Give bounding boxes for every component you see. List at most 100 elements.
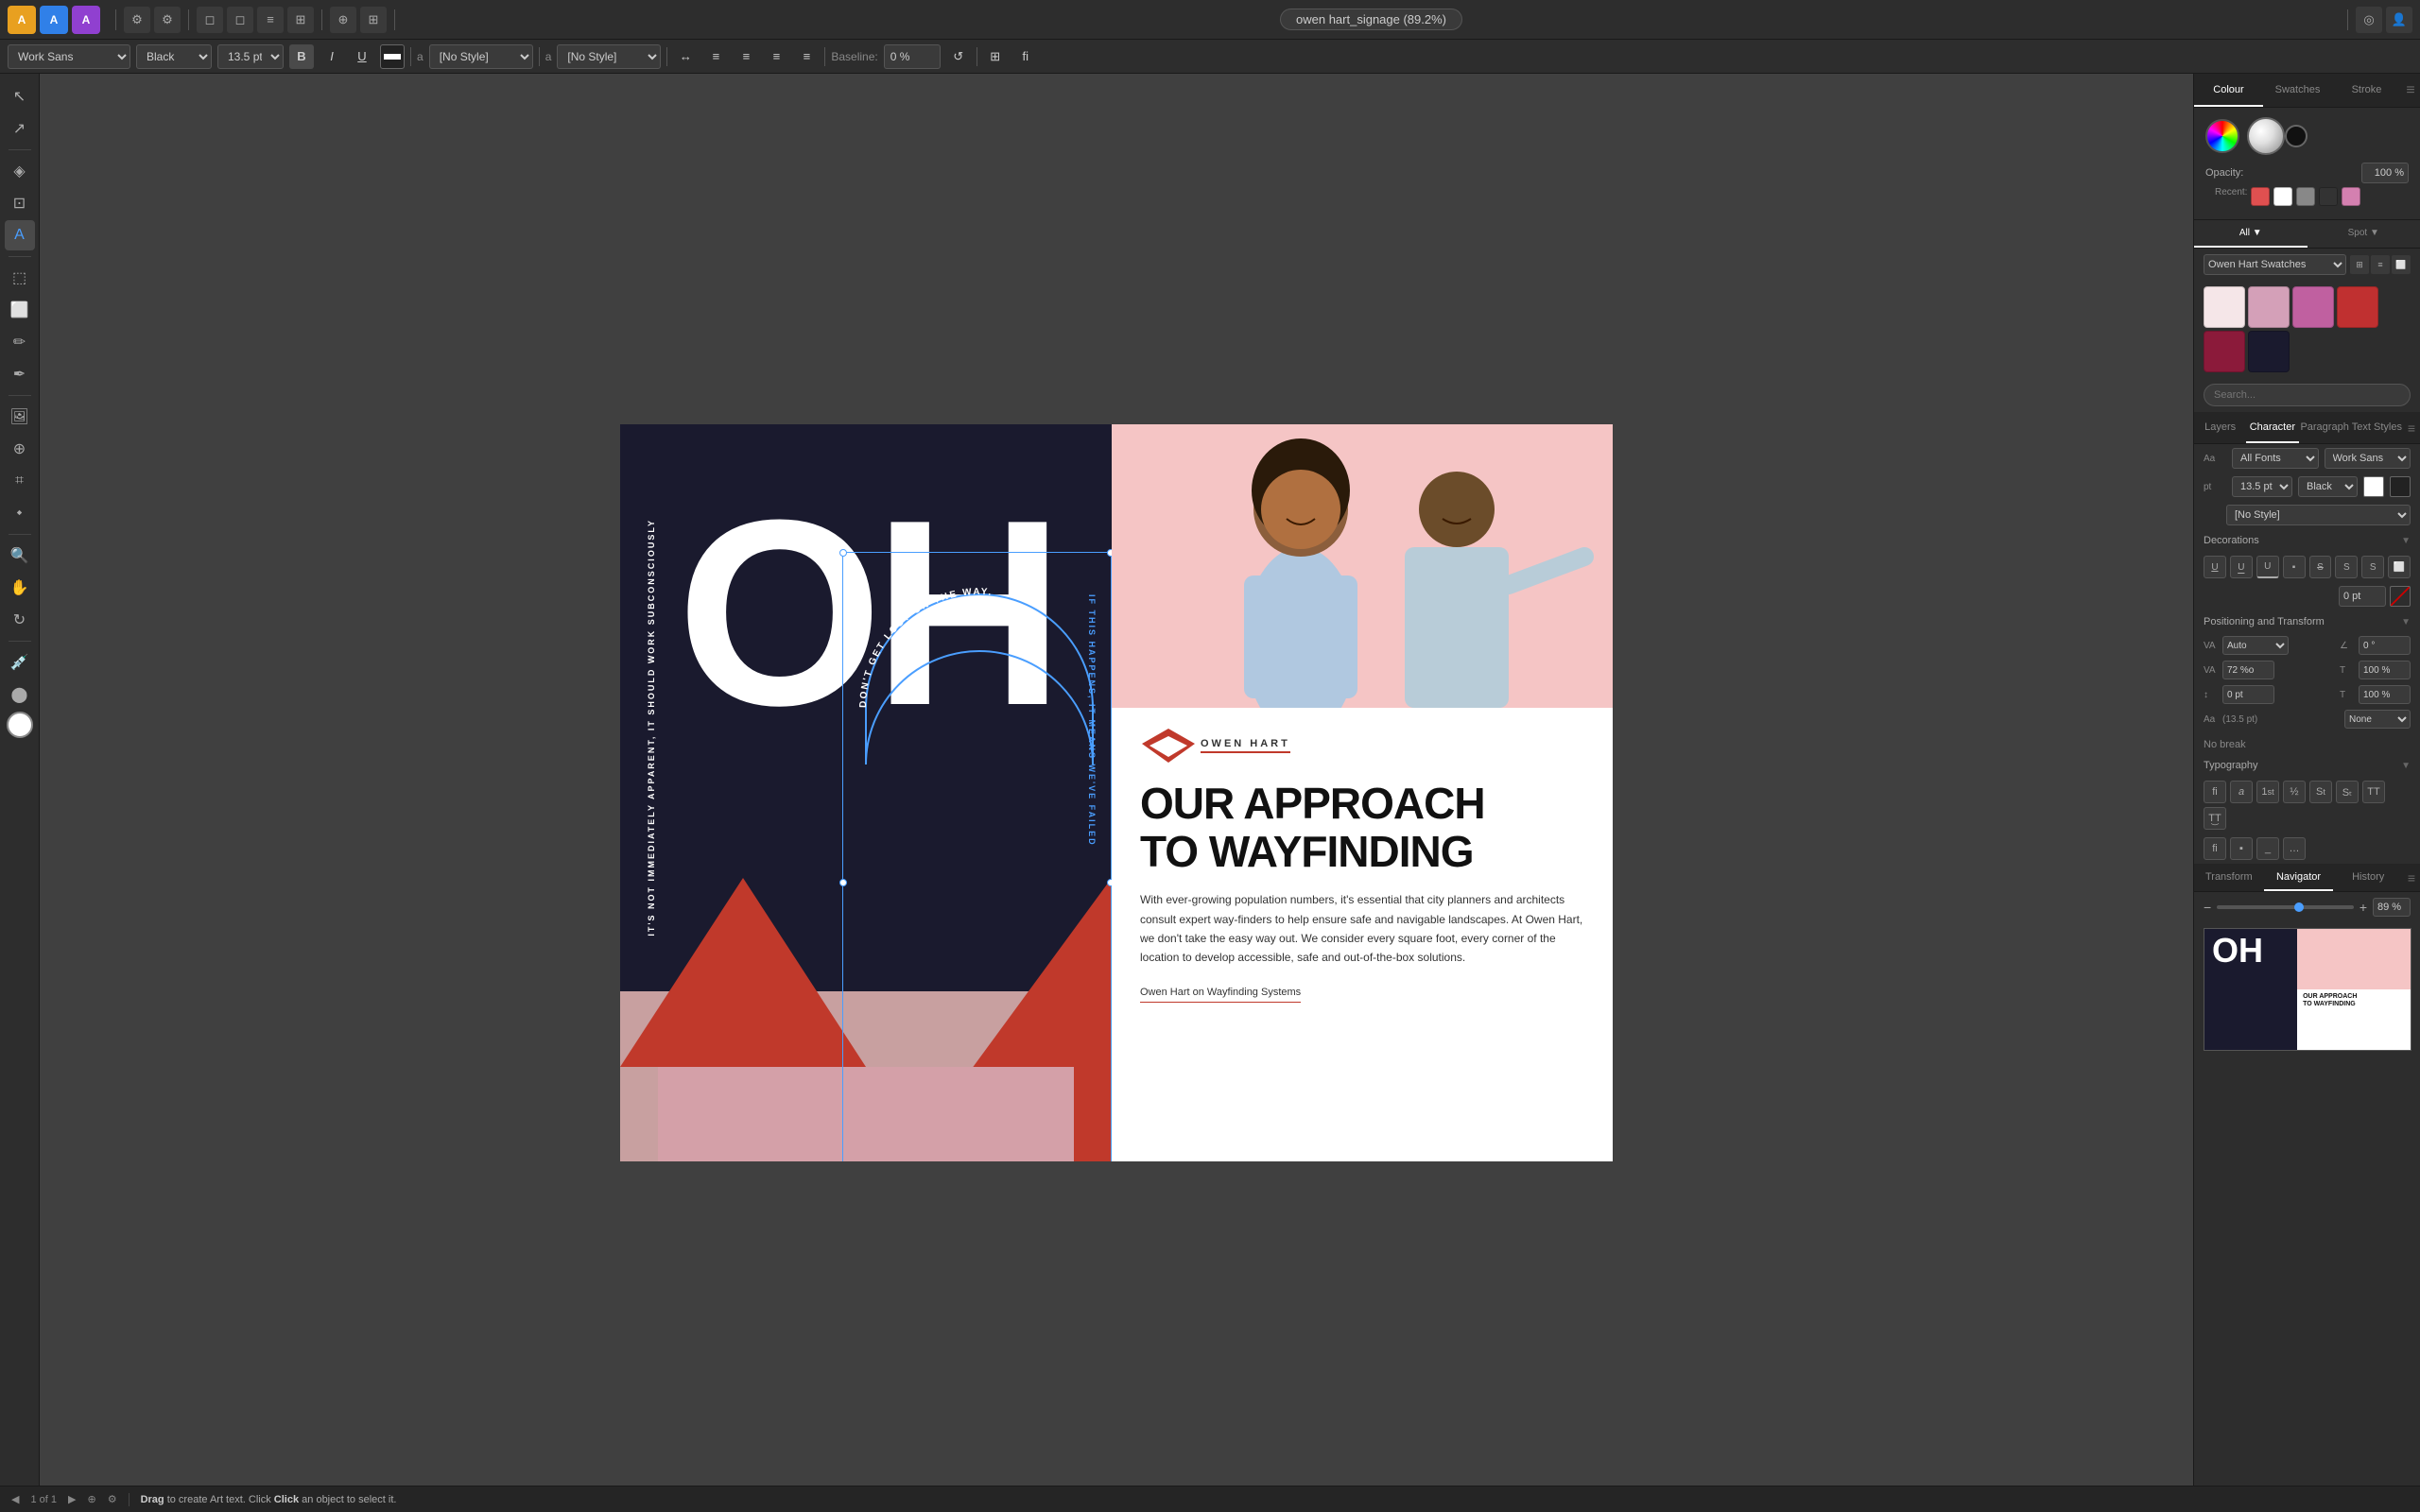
next-page-btn[interactable]: ▶ xyxy=(68,1493,76,1505)
layers-menu-btn[interactable]: ≡ xyxy=(2403,412,2420,443)
deco-strike-2[interactable]: S xyxy=(2335,556,2358,578)
para-style-select[interactable]: [No Style] xyxy=(557,44,661,69)
footer-link[interactable]: Owen Hart on Wayfinding Systems xyxy=(1140,987,1301,1003)
user-btn[interactable]: 👤 xyxy=(2386,7,2412,33)
colour-circle-white[interactable] xyxy=(2247,117,2285,155)
va2-input[interactable] xyxy=(2222,661,2274,679)
fill-color-tool[interactable]: ⬤ xyxy=(5,679,35,710)
tab-layers[interactable]: Layers xyxy=(2194,412,2246,443)
search-input[interactable] xyxy=(2204,384,2411,406)
deco-strike-1[interactable]: S xyxy=(2309,556,2332,578)
node-tool[interactable]: ◈ xyxy=(5,156,35,186)
swatch-red[interactable] xyxy=(2337,286,2378,328)
opentype-btn[interactable]: fi xyxy=(1013,44,1038,69)
view-btn-3[interactable]: ≡ xyxy=(257,7,284,33)
font-family-select[interactable]: Work Sans xyxy=(8,44,130,69)
view-btn-4[interactable]: ⊞ xyxy=(287,7,314,33)
swatches-grid-view[interactable]: ⊞ xyxy=(2350,255,2369,274)
typo-super2[interactable]: St xyxy=(2309,781,2332,803)
color-selector[interactable] xyxy=(7,712,33,738)
typo-extra-1[interactable]: fi xyxy=(2204,837,2226,860)
swatch-magenta[interactable] xyxy=(2292,286,2334,328)
app-logo-3[interactable]: A xyxy=(72,6,100,34)
frame-tool[interactable]: ⬚ xyxy=(5,263,35,293)
baseline-input[interactable] xyxy=(884,44,941,69)
align-btn[interactable]: ⊕ xyxy=(330,7,356,33)
tab-paragraph[interactable]: Paragraph xyxy=(2299,412,2351,443)
colour-wheel[interactable] xyxy=(2205,119,2239,153)
swatches-list-view[interactable]: ≡ xyxy=(2371,255,2390,274)
positioning-header[interactable]: Positioning and Transform ▼ xyxy=(2194,610,2420,633)
swatch-medium-pink[interactable] xyxy=(2248,286,2290,328)
tab-stroke[interactable]: Stroke xyxy=(2332,74,2401,107)
nav-menu-btn[interactable]: ≡ xyxy=(2403,864,2420,891)
tracking-btn[interactable]: ↔ xyxy=(673,44,698,69)
typo-extra-2[interactable]: ▪ xyxy=(2230,837,2253,860)
font-size-select[interactable]: 13.5 pt xyxy=(217,44,284,69)
recent-color-3[interactable] xyxy=(2296,187,2315,206)
transform-text-btn[interactable]: ⊞ xyxy=(983,44,1008,69)
sel-handle-ml[interactable] xyxy=(839,879,847,886)
underline-button[interactable]: U xyxy=(350,44,374,69)
settings-btn-2[interactable]: ⚙ xyxy=(154,7,181,33)
char-style-select-2[interactable]: Black xyxy=(2298,476,2358,497)
none-select[interactable]: None xyxy=(2344,710,2411,729)
zoom-minus-btn[interactable]: − xyxy=(2204,900,2211,915)
swatches-library-select[interactable]: Owen Hart Swatches xyxy=(2204,254,2346,275)
tab-swatches[interactable]: Swatches xyxy=(2263,74,2332,107)
settings-btn-1[interactable]: ⚙ xyxy=(124,7,150,33)
colour-circle-dark[interactable] xyxy=(2285,125,2308,147)
tab-transform[interactable]: Transform xyxy=(2194,864,2264,891)
kern-input[interactable] xyxy=(2222,685,2274,704)
nav-zoom-slider[interactable] xyxy=(2217,905,2354,909)
typography-header[interactable]: Typography ▼ xyxy=(2194,754,2420,777)
italic-button[interactable]: I xyxy=(320,44,344,69)
opacity-input[interactable] xyxy=(2361,163,2409,183)
char-font-family-select[interactable]: All Fonts xyxy=(2232,448,2319,469)
tab-character[interactable]: Character xyxy=(2246,412,2298,443)
deco-fill[interactable]: ▪ xyxy=(2283,556,2306,578)
recent-color-4[interactable] xyxy=(2319,187,2338,206)
zoom-plus-btn[interactable]: + xyxy=(2360,900,2367,915)
share-btn[interactable]: ◎ xyxy=(2356,7,2382,33)
place-tool[interactable]: ⊕ xyxy=(5,434,35,464)
crop-tool[interactable]: ⌗ xyxy=(5,466,35,496)
swatches-tab-all[interactable]: All ▼ xyxy=(2194,220,2308,248)
view-btn-2[interactable]: ◻ xyxy=(227,7,253,33)
tab-history[interactable]: History xyxy=(2333,864,2403,891)
align-center-btn[interactable]: ≡ xyxy=(734,44,758,69)
rotate-tool[interactable]: ↻ xyxy=(5,605,35,635)
tab-navigator[interactable]: Navigator xyxy=(2264,864,2334,891)
text-color-swatch[interactable] xyxy=(380,44,405,69)
view-btn-1[interactable]: ◻ xyxy=(197,7,223,33)
char-no-style-select[interactable]: [No Style] xyxy=(2226,505,2411,525)
deco-color-swatch[interactable] xyxy=(2390,586,2411,607)
deco-underline-3[interactable]: U xyxy=(2256,556,2279,578)
decorations-header[interactable]: Decorations ▼ xyxy=(2194,529,2420,552)
transform-tool[interactable]: ⊡ xyxy=(5,188,35,218)
align-right-btn[interactable]: ≡ xyxy=(764,44,788,69)
swatch-dark-red[interactable] xyxy=(2204,331,2245,372)
recent-color-2[interactable] xyxy=(2273,187,2292,206)
typo-italic[interactable]: a xyxy=(2230,781,2253,803)
nav-zoom-input[interactable] xyxy=(2373,898,2411,917)
tab-text-styles[interactable]: Text Styles xyxy=(2351,412,2403,443)
deco-size-input[interactable] xyxy=(2339,586,2386,607)
canvas-area[interactable]: OH IT'S NOT IMMEDIATELY APPARENT, IT SHO… xyxy=(40,74,2193,1512)
deco-box[interactable]: ⬜ xyxy=(2388,556,2411,578)
direct-select-tool[interactable]: ↗ xyxy=(5,113,35,144)
typo-fi[interactable]: fi xyxy=(2204,781,2226,803)
typo-extra-4[interactable]: … xyxy=(2283,837,2306,860)
va-select[interactable]: Auto xyxy=(2222,636,2289,655)
typo-half[interactable]: ½ xyxy=(2283,781,2306,803)
char-color-swatch-dark[interactable] xyxy=(2390,476,2411,497)
typo-super[interactable]: 1st xyxy=(2256,781,2279,803)
select-tool[interactable]: ↖ xyxy=(5,81,35,112)
shape-tool[interactable]: ⬜ xyxy=(5,295,35,325)
pencil-tool[interactable]: ✏ xyxy=(5,327,35,357)
swatch-dark-navy[interactable] xyxy=(2248,331,2290,372)
deco-underline-2[interactable]: U xyxy=(2230,556,2253,578)
char-style-select[interactable]: [No Style] xyxy=(429,44,533,69)
image-tool[interactable]: 🖼 xyxy=(5,402,35,432)
nav-zoom-thumb[interactable] xyxy=(2294,902,2304,912)
